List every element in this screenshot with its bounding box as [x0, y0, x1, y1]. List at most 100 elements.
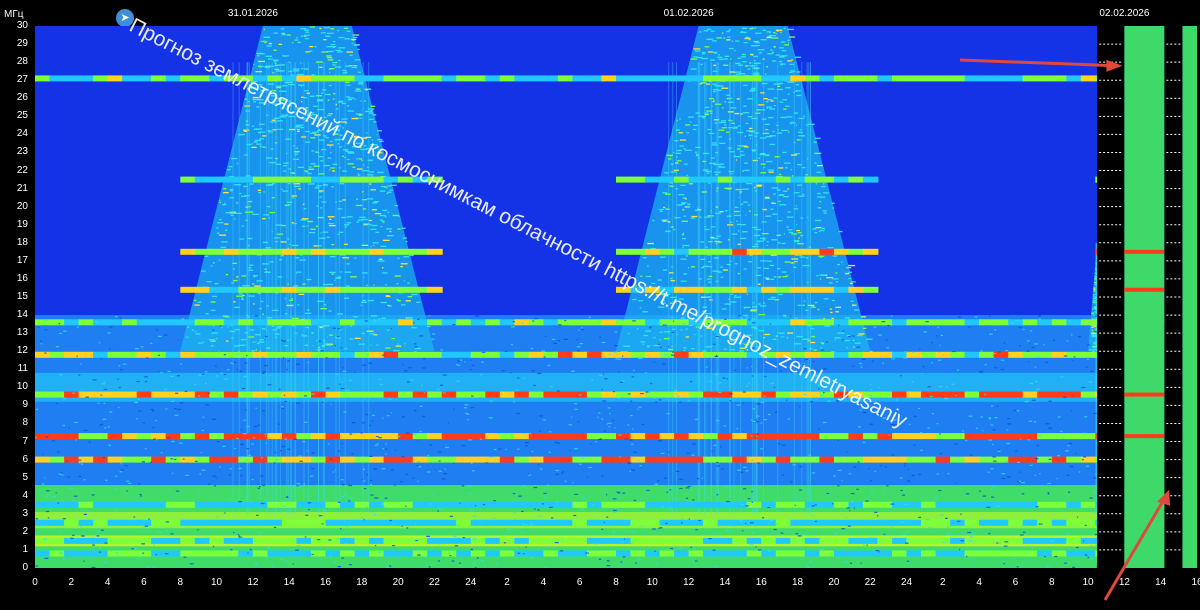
noise-speckle — [1072, 566, 1076, 568]
noise-speckle — [860, 404, 863, 406]
noise-speckle — [58, 473, 62, 475]
activity-speckle — [852, 304, 857, 306]
noise-speckle — [707, 323, 710, 325]
activity-speckle — [773, 97, 778, 99]
noise-speckle — [304, 536, 307, 538]
noise-speckle — [1006, 476, 1011, 478]
frequency-band — [979, 433, 995, 440]
activity-speckle — [386, 228, 392, 230]
noise-speckle — [1028, 420, 1033, 422]
frequency-band — [238, 537, 254, 544]
activity-speckle — [297, 130, 300, 132]
activity-speckle — [780, 116, 787, 119]
spectrogram-svg — [35, 26, 1197, 568]
activity-speckle — [773, 46, 776, 48]
activity-speckle — [218, 259, 221, 261]
activity-speckle — [358, 59, 361, 61]
date-label: 01.02.2026 — [663, 8, 714, 19]
frequency-band — [427, 351, 443, 358]
frequency-band — [369, 391, 385, 398]
noise-speckle — [1000, 368, 1004, 371]
activity-speckle — [785, 105, 790, 107]
noise-speckle — [913, 415, 917, 417]
activity-speckle — [370, 228, 377, 230]
activity-speckle — [787, 93, 790, 95]
noise-speckle — [669, 487, 674, 489]
activity-speckle — [718, 129, 725, 131]
activity-speckle — [329, 140, 333, 143]
activity-speckle — [783, 314, 787, 316]
frequency-band — [1008, 391, 1024, 398]
activity-speckle — [347, 99, 352, 101]
noise-speckle — [770, 382, 774, 384]
activity-speckle — [272, 72, 275, 74]
noise-speckle — [213, 485, 217, 487]
activity-speckle — [632, 298, 637, 301]
noise-speckle — [862, 544, 866, 546]
frequency-band — [340, 433, 356, 440]
noise-speckle — [455, 364, 458, 366]
activity-speckle — [258, 102, 266, 104]
frequency-band — [281, 319, 298, 326]
activity-speckle — [797, 243, 804, 245]
frequency-band — [369, 456, 385, 463]
noise-speckle — [1038, 435, 1042, 437]
activity-speckle — [744, 334, 752, 336]
noise-speckle — [820, 349, 824, 351]
noise-speckle — [421, 548, 423, 550]
activity-speckle — [370, 105, 376, 107]
noise-speckle — [99, 425, 101, 427]
noise-speckle — [386, 415, 390, 417]
frequency-band — [819, 537, 835, 544]
noise-speckle — [391, 469, 394, 471]
frequency-band — [862, 501, 879, 508]
frequency-band — [311, 501, 327, 508]
noise-speckle — [862, 441, 866, 444]
frequency-band — [572, 456, 588, 463]
activity-speckle — [680, 329, 683, 331]
noise-speckle — [957, 520, 961, 522]
activity-speckle — [813, 141, 817, 143]
frequency-band — [281, 456, 298, 463]
activity-speckle — [300, 28, 307, 30]
frequency-band — [252, 176, 269, 183]
frequency-band — [78, 501, 95, 508]
noise-speckle — [45, 436, 49, 438]
activity-speckle — [744, 162, 748, 164]
noise-speckle — [543, 497, 548, 499]
frequency-band — [325, 75, 341, 82]
activity-speckle — [823, 212, 827, 214]
activity-speckle — [778, 60, 783, 63]
frequency-band — [674, 75, 690, 82]
activity-speckle — [720, 266, 723, 268]
frequency-band — [543, 550, 559, 557]
noise-speckle — [296, 402, 300, 404]
activity-speckle — [684, 149, 692, 151]
noise-speckle — [463, 407, 467, 409]
noise-speckle — [878, 386, 880, 388]
activity-speckle — [823, 192, 829, 194]
noise-speckle — [456, 380, 460, 382]
frequency-band — [165, 75, 182, 82]
noise-speckle — [1022, 328, 1025, 331]
frequency-band — [340, 176, 356, 183]
activity-speckle — [787, 229, 793, 231]
activity-speckle — [349, 54, 353, 56]
frequency-band — [862, 248, 879, 255]
activity-speckle — [382, 272, 388, 274]
noise-speckle — [419, 430, 423, 433]
activity-speckle — [252, 98, 258, 101]
noise-speckle — [102, 418, 107, 420]
frequency-band — [223, 537, 240, 544]
frequency-band — [906, 319, 922, 326]
frequency-band — [398, 351, 414, 358]
activity-speckle — [718, 166, 726, 168]
activity-speckle — [749, 127, 753, 130]
activity-speckle — [251, 350, 256, 352]
frequency-band — [557, 351, 574, 358]
noise-speckle — [543, 492, 547, 494]
activity-speckle — [340, 271, 343, 273]
noise-speckle — [990, 488, 994, 490]
activity-speckle — [309, 95, 315, 97]
x-tick-label: 10 — [1082, 577, 1094, 588]
